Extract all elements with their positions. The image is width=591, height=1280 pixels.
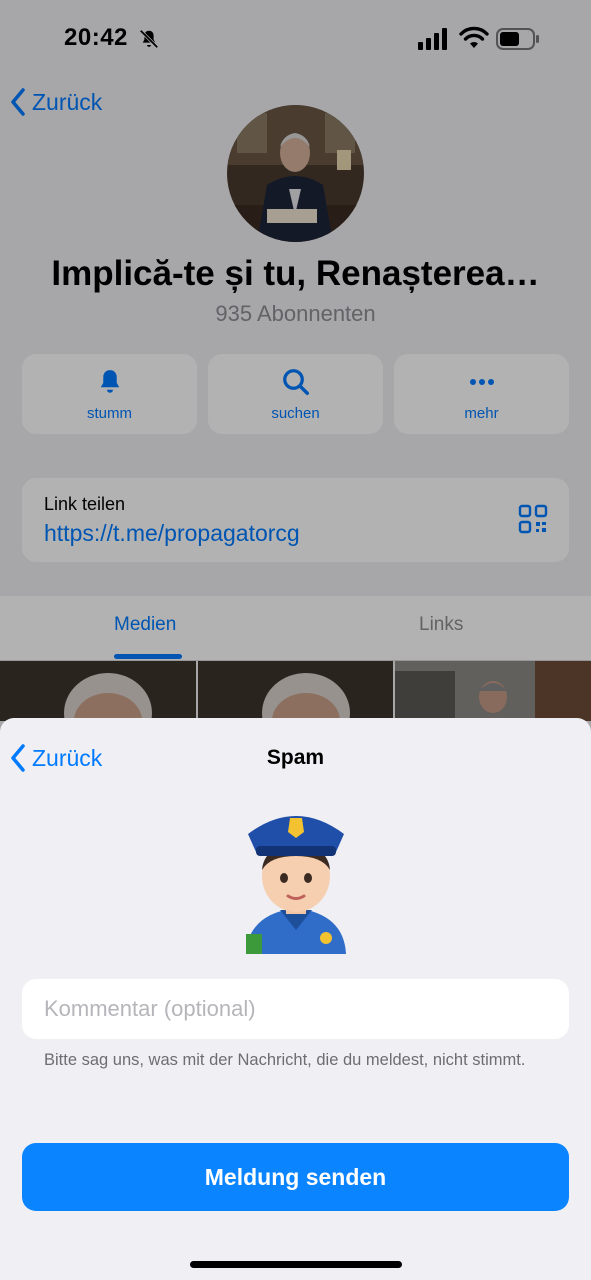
report-hint-text: Bitte sag uns, was mit der Nachricht, di… (44, 1051, 526, 1069)
police-officer-icon (246, 816, 346, 954)
send-report-button[interactable]: Meldung senden (22, 1143, 569, 1211)
report-sheet: Zurück Spam Bitte sag uns, was mit der N… (0, 718, 591, 1280)
sheet-title: Spam (266, 746, 325, 769)
comment-input[interactable] (22, 979, 569, 1039)
home-indicator (190, 1261, 402, 1268)
